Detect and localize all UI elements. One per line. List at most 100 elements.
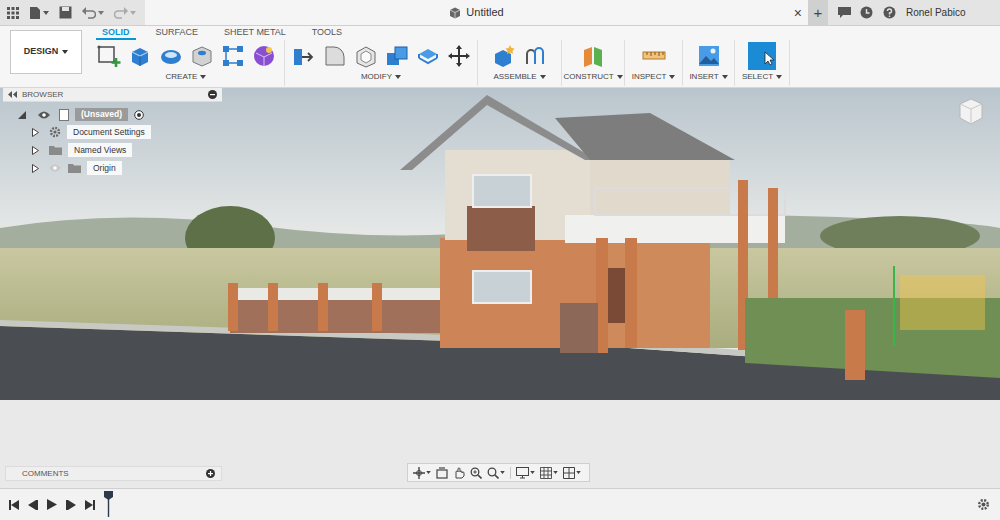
grid-settings-icon[interactable] (540, 467, 558, 479)
orbit-icon[interactable] (413, 467, 431, 479)
ribbon-tab[interactable]: SOLID (96, 26, 136, 40)
form-sphere-icon[interactable] (252, 44, 276, 68)
dropdown-caret-icon (200, 75, 206, 79)
ribbon-tab[interactable]: SURFACE (150, 26, 205, 40)
folder-icon (49, 145, 62, 155)
collapse-panel-icon[interactable] (8, 91, 17, 98)
browser-root-row[interactable]: (Unsaved) (3, 106, 222, 123)
go-to-start-icon[interactable] (9, 500, 19, 510)
close-tab-button[interactable]: × (794, 6, 802, 20)
ribbon-group: CREATE (88, 40, 285, 86)
fit-icon[interactable] (487, 467, 505, 479)
ribbon-group-label: INSERT (689, 73, 718, 81)
viewports-icon[interactable] (563, 467, 581, 479)
timeline-marker-icon[interactable] (104, 491, 113, 517)
dropdown-caret-icon (62, 50, 68, 54)
expand-toggle-icon[interactable] (32, 146, 39, 155)
notifications-icon[interactable] (838, 7, 851, 18)
title-right: + Ronel Pabico (808, 0, 1000, 25)
expand-toggle-icon[interactable] (32, 164, 39, 173)
go-to-end-icon[interactable] (85, 500, 95, 510)
browser-item[interactable]: Document Settings (3, 123, 222, 141)
browser-item[interactable]: Named Views (3, 141, 222, 159)
ribbon-group: INSERT (683, 40, 735, 86)
ribbon-tab[interactable]: TOOLS (306, 26, 348, 40)
press-pull-icon[interactable] (292, 44, 316, 68)
dropdown-caret-icon (669, 75, 675, 79)
undo-icon[interactable] (82, 7, 104, 19)
job-status-icon[interactable] (860, 6, 873, 19)
ribbon-group-menu[interactable]: SELECT (742, 71, 782, 83)
combine-icon[interactable] (385, 44, 409, 68)
measure-ruler-icon[interactable] (642, 44, 666, 68)
timeline-settings-gear-icon[interactable] (977, 498, 990, 511)
ribbon-tabs: SOLID SURFACE SHEET METAL TOOLS (88, 26, 790, 40)
browser-header: BROWSER (3, 88, 222, 102)
minimize-panel-icon[interactable] (208, 90, 217, 99)
dropdown-caret-icon (617, 75, 623, 79)
offset-plane-icon[interactable] (581, 44, 605, 68)
browser-item-label: Document Settings (67, 125, 151, 139)
ribbon-tab[interactable]: SHEET METAL (218, 26, 292, 40)
viewport[interactable]: BROWSER (Unsaved) Document Settings Named… (0, 88, 1000, 488)
fillet-icon[interactable] (323, 44, 347, 68)
ribbon-group-label: SELECT (742, 73, 773, 81)
display-settings-icon[interactable] (516, 467, 535, 479)
navigation-bar (407, 463, 590, 482)
document-tab[interactable]: Untitled × (145, 0, 808, 25)
add-comment-icon[interactable] (206, 469, 215, 478)
select-cursor-icon[interactable] (748, 42, 776, 70)
ribbon-group-label: MODIFY (361, 73, 392, 81)
zoom-icon[interactable] (470, 467, 482, 479)
step-back-icon[interactable] (28, 500, 38, 510)
expand-toggle-icon[interactable] (32, 128, 39, 137)
offset-face-icon[interactable] (416, 44, 440, 68)
active-component-radio-icon[interactable] (134, 110, 144, 120)
user-name[interactable]: Ronel Pabico (906, 5, 965, 20)
ribbon-groups: CREATE MODIFY ASSEMBLE CONSTRUCT INSPECT INSE… (88, 40, 790, 86)
create-sketch-icon[interactable] (97, 44, 121, 68)
ribbon-group-icons (292, 40, 471, 71)
save-icon[interactable] (59, 6, 72, 19)
pan-hand-icon[interactable] (453, 467, 465, 479)
ribbon-group-menu[interactable]: MODIFY (361, 71, 401, 83)
look-at-icon[interactable] (436, 467, 448, 479)
file-menu-icon[interactable] (29, 6, 49, 20)
ribbon-group-menu[interactable]: INSERT (689, 71, 727, 83)
ribbon-tab-label: TOOLS (312, 28, 342, 37)
pattern-icon[interactable] (221, 44, 245, 68)
comments-panel[interactable]: COMMENTS (5, 466, 222, 481)
dropdown-caret-icon (722, 75, 728, 79)
ribbon-group-icons (748, 40, 776, 71)
shell-icon[interactable] (354, 44, 378, 68)
workspace-switcher[interactable]: DESIGN (10, 30, 82, 74)
box-icon[interactable] (128, 44, 152, 68)
apps-grid-icon[interactable] (7, 7, 19, 19)
hole-icon[interactable] (190, 44, 214, 68)
new-component-icon[interactable] (492, 44, 516, 68)
ribbon-tab-label: SOLID (102, 28, 130, 37)
visibility-eye-icon[interactable] (38, 111, 50, 119)
ribbon-group-menu[interactable]: ASSEMBLE (493, 71, 545, 83)
move-icon[interactable] (447, 44, 471, 68)
insert-image-icon[interactable] (697, 44, 721, 68)
ribbon-group-menu[interactable]: CONSTRUCT (563, 71, 622, 83)
step-forward-icon[interactable] (66, 500, 76, 510)
ribbon-group-menu[interactable]: INSPECT (632, 71, 676, 83)
viewcube-icon[interactable] (956, 96, 986, 126)
comments-title: COMMENTS (22, 468, 69, 480)
expand-toggle-icon[interactable] (18, 111, 26, 119)
revolve-icon[interactable] (159, 44, 183, 68)
new-tab-button[interactable]: + (808, 0, 828, 25)
root-component-label[interactable]: (Unsaved) (75, 108, 128, 121)
ribbon-group-menu[interactable]: CREATE (166, 71, 207, 83)
joint-icon[interactable] (523, 44, 547, 68)
ribbon-group-icons (97, 40, 276, 71)
help-icon[interactable] (883, 6, 896, 19)
redo-icon[interactable] (114, 7, 136, 19)
browser-item[interactable]: Origin (3, 159, 222, 177)
play-icon[interactable] (47, 499, 57, 510)
ribbon-group-label: INSPECT (632, 73, 667, 81)
ribbon-group: INSPECT (625, 40, 683, 86)
browser-tree: Document Settings Named ViewsOrigin (3, 123, 222, 177)
